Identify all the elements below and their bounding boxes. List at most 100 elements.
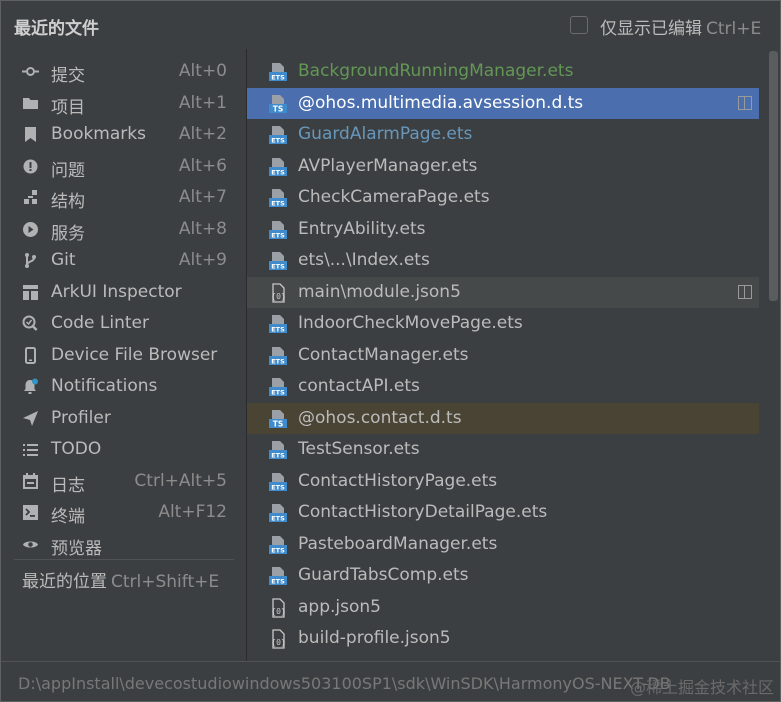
tool-window-item[interactable]: 预览器 — [1, 529, 246, 560]
tool-window-shortcut: Ctrl+Alt+5 — [134, 470, 227, 491]
tool-window-item[interactable]: Bookmarks Alt+2 — [1, 119, 246, 150]
tool-window-shortcut: Alt+7 — [178, 187, 227, 207]
services-icon — [22, 221, 39, 238]
show-edited-only-checkbox[interactable] — [570, 16, 588, 34]
svg-text:ETS: ETS — [271, 452, 285, 460]
recent-file-row[interactable]: {0} build-profile.json5 — [247, 623, 759, 654]
checkbox-shortcut: Ctrl+E — [706, 19, 762, 39]
tool-window-label: Profiler — [51, 407, 111, 428]
tool-window-item[interactable]: Git Alt+9 — [1, 245, 246, 276]
tool-window-shortcut: Alt+9 — [178, 250, 227, 270]
svg-text:ETS: ETS — [271, 231, 285, 239]
tool-window-item[interactable]: Notifications — [1, 371, 246, 402]
tool-window-item[interactable]: 终端 Alt+F12 — [1, 497, 246, 528]
tool-window-item[interactable]: ArkUI Inspector — [1, 277, 246, 308]
file-name: CheckCameraPage.ets — [298, 187, 490, 207]
file-name: @ohos.contact.d.ts — [298, 407, 462, 428]
svg-text:{0}: {0} — [271, 607, 285, 616]
tool-window-label: 问题 — [51, 160, 85, 181]
json-file-icon: {0} — [268, 282, 288, 303]
tool-window-shortcut: Alt+6 — [178, 155, 227, 176]
svg-text:{0}: {0} — [271, 638, 285, 647]
recent-file-row[interactable]: {0} main\module.json5 — [247, 276, 759, 308]
tool-window-label: 结构 — [51, 192, 85, 212]
open-in-split-icon[interactable] — [738, 284, 752, 299]
recent-file-row[interactable]: {0} app.json5 — [247, 592, 759, 623]
recent-file-row[interactable]: TS @ohos.contact.d.ts — [247, 402, 759, 434]
tool-window-item[interactable]: 服务 Alt+8 — [1, 214, 246, 245]
recent-file-row[interactable]: ETS AVPlayerManager.ets — [247, 151, 759, 182]
tool-window-item[interactable]: 项目 Alt+1 — [1, 88, 246, 119]
file-name: ContactManager.ets — [298, 344, 469, 365]
recent-file-row[interactable]: ETS CheckCameraPage.ets — [247, 182, 759, 213]
tool-window-label: 服务 — [51, 223, 85, 244]
recent-file-row[interactable]: ETS ContactHistoryDetailPage.ets — [247, 497, 759, 528]
problems-icon — [22, 158, 39, 175]
tool-window-label: 终端 — [51, 507, 85, 527]
inspector-icon — [22, 284, 39, 301]
svg-text:ETS: ETS — [271, 389, 285, 397]
log-icon — [22, 472, 39, 490]
recent-file-row[interactable]: ETS ContactManager.ets — [247, 340, 759, 371]
menu-separator — [14, 559, 234, 560]
tool-window-label: Code Linter — [51, 313, 150, 333]
todo-list-icon — [22, 441, 39, 458]
recent-file-row[interactable]: ETS IndoorCheckMovePage.ets — [247, 308, 759, 339]
tool-window-item[interactable]: TODO — [1, 434, 246, 465]
recent-file-row[interactable]: ETS ets\...\Index.ets — [247, 245, 759, 276]
tool-window-shortcut: Alt+0 — [178, 61, 227, 81]
recent-file-row[interactable]: ETS GuardTabsComp.ets — [247, 560, 759, 591]
file-name: app.json5 — [298, 596, 381, 617]
tool-window-label: Bookmarks — [51, 124, 146, 144]
file-name: ContactHistoryPage.ets — [298, 470, 498, 491]
file-name: ContactHistoryDetailPage.ets — [298, 502, 548, 522]
file-name: EntryAbility.ets — [298, 218, 426, 239]
ts-file-icon: TS — [268, 94, 288, 114]
bookmark-icon — [22, 126, 39, 143]
recent-file-row[interactable]: TS @ohos.multimedia.avsession.d.ts — [247, 87, 759, 119]
status-footer: D:\appInstall\devecostudiowindows503100S… — [1, 661, 780, 701]
file-name: main\module.json5 — [298, 281, 461, 302]
structure-icon — [22, 189, 39, 206]
recent-file-row[interactable]: ETS BackgroundRunningManager.ets — [247, 56, 759, 87]
recent-file-row[interactable]: ETS EntryAbility.ets — [247, 214, 759, 245]
recent-file-row[interactable]: ETS PasteboardManager.ets — [247, 529, 759, 560]
json-file-icon: {0} — [268, 597, 288, 618]
tool-window-label: Notifications — [51, 376, 158, 396]
recent-locations-item[interactable]: 最近的位置 Ctrl+Shift+E — [22, 567, 219, 592]
show-edited-only-label[interactable]: 仅显示已编辑 Ctrl+E — [600, 14, 761, 39]
tool-window-item[interactable]: 日志 Ctrl+Alt+5 — [1, 466, 246, 497]
tool-window-label: TODO — [51, 439, 102, 459]
recent-file-row[interactable]: ETS contactAPI.ets — [247, 371, 759, 402]
tool-window-label: 项目 — [51, 97, 85, 118]
tool-window-shortcut: Alt+F12 — [158, 502, 227, 522]
svg-text:ETS: ETS — [271, 137, 285, 145]
tool-window-item[interactable]: Profiler — [1, 403, 246, 434]
recent-file-row[interactable]: ETS ContactHistoryPage.ets — [247, 466, 759, 497]
ets-file-icon: ETS — [268, 251, 288, 271]
tool-window-item[interactable]: 提交 Alt+0 — [1, 56, 246, 87]
open-in-split-icon[interactable] — [738, 95, 752, 110]
tool-window-item[interactable]: 问题 Alt+6 — [1, 151, 246, 182]
svg-text:ETS: ETS — [271, 326, 285, 334]
tool-window-label: 日志 — [51, 475, 85, 496]
recent-file-row[interactable]: ETS GuardAlarmPage.ets — [247, 119, 759, 150]
file-name: PasteboardManager.ets — [298, 533, 498, 554]
ts-file-icon: TS — [268, 409, 288, 429]
svg-text:ETS: ETS — [271, 546, 285, 554]
recent-locations-shortcut: Ctrl+Shift+E — [111, 572, 220, 592]
file-name: GuardAlarmPage.ets — [298, 124, 473, 144]
tool-window-shortcut: Alt+1 — [178, 92, 227, 113]
recent-file-row[interactable]: ETS TestSensor.ets — [247, 434, 759, 465]
ets-file-icon: ETS — [268, 566, 288, 586]
svg-text:{0}: {0} — [271, 292, 285, 301]
tool-window-item[interactable]: 结构 Alt+7 — [1, 182, 246, 213]
tool-window-item[interactable]: Device File Browser — [1, 340, 246, 371]
ets-file-icon: ETS — [268, 188, 288, 208]
tool-window-item[interactable]: Code Linter — [1, 308, 246, 339]
tool-window-label: Device File Browser — [51, 344, 218, 365]
profiler-icon — [22, 410, 39, 427]
file-name: AVPlayerManager.ets — [298, 155, 478, 176]
watermark: @稀土掘金技术社区 — [629, 678, 774, 697]
scrollbar-thumb[interactable] — [769, 51, 778, 301]
